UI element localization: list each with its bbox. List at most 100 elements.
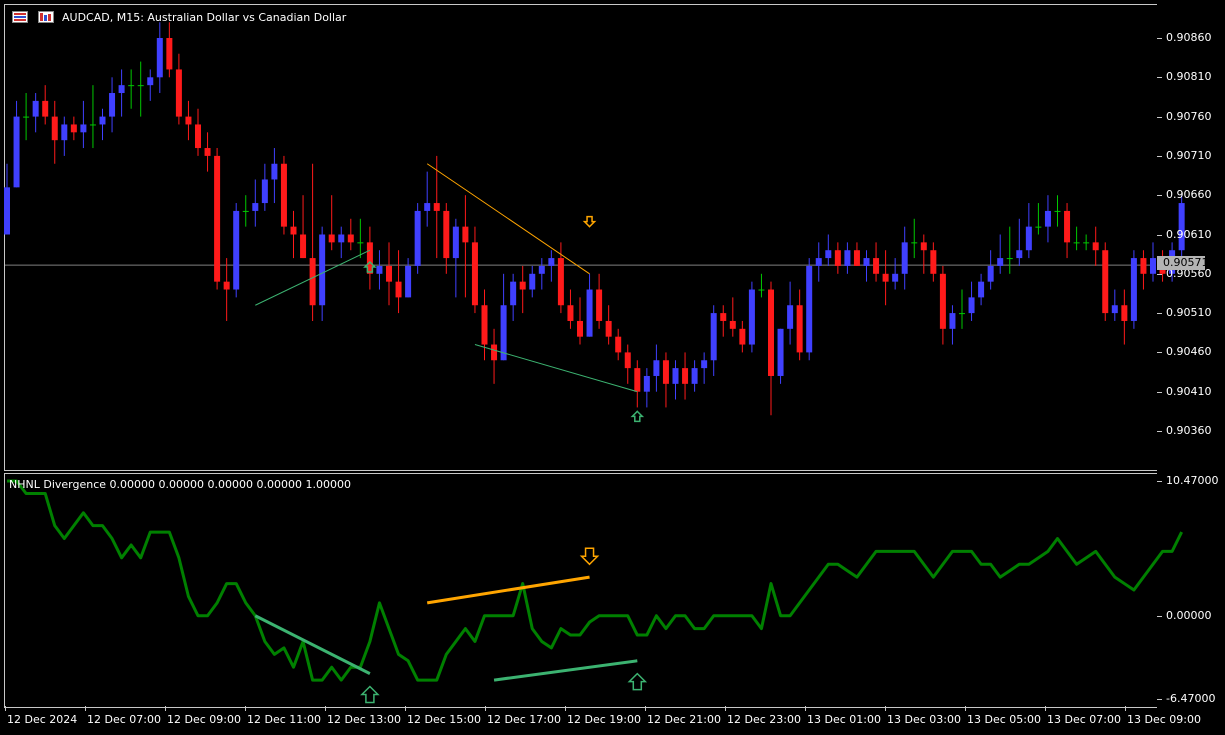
candle-body	[414, 210, 421, 266]
candle-body	[51, 116, 58, 141]
candle-body	[156, 38, 163, 78]
arrow-up-icon	[360, 685, 380, 704]
candle-body	[968, 297, 975, 314]
candle-body	[13, 116, 20, 188]
candle-body	[577, 320, 583, 337]
candle-body	[175, 69, 182, 117]
candle-body	[309, 258, 316, 306]
candle-body	[662, 360, 669, 384]
candle-body	[137, 85, 144, 87]
candle-body	[452, 226, 459, 259]
price-tick	[1157, 195, 1162, 197]
candle-body	[386, 265, 392, 282]
candle-body	[643, 375, 650, 392]
candle-body	[433, 203, 440, 211]
candle-body	[901, 242, 908, 274]
candle-body	[911, 242, 918, 244]
time-label: 12 Dec 17:00	[487, 713, 561, 726]
candle-body	[777, 328, 784, 376]
candle-body	[290, 226, 297, 235]
price-label: 0.90360	[1166, 424, 1212, 437]
candle-body	[471, 242, 478, 306]
time-tick	[645, 706, 646, 711]
time-tick	[965, 706, 966, 711]
arrow-up-icon	[627, 672, 648, 691]
candle-body	[1064, 210, 1071, 243]
price-tick	[1157, 155, 1162, 157]
price-tick	[1157, 313, 1162, 315]
time-label: 13 Dec 05:00	[967, 713, 1041, 726]
candle-body	[939, 273, 946, 329]
indicator-title: NHNL Divergence 0.00000 0.00000 0.00000 …	[9, 478, 351, 491]
candle-body	[1016, 250, 1023, 259]
bullish-divergence-line	[254, 614, 371, 675]
indicator-tick	[1157, 615, 1162, 617]
candle-body	[634, 368, 641, 392]
candle-body	[920, 242, 927, 251]
indicator-tick	[1157, 699, 1162, 700]
time-tick	[5, 706, 6, 711]
candle-body	[701, 360, 708, 369]
bearish-divergence-line	[426, 575, 590, 605]
candle-body	[959, 313, 965, 315]
candle-body	[462, 226, 469, 243]
candle-body	[328, 234, 335, 243]
candle-body	[1044, 210, 1051, 227]
candle-body	[892, 273, 899, 282]
time-tick	[325, 706, 326, 711]
candle-body	[748, 289, 755, 345]
time-tick	[245, 706, 246, 711]
candle-body	[1111, 305, 1118, 314]
candle-body	[300, 234, 307, 259]
indicator-label: 0.00000	[1166, 608, 1212, 622]
price-tick	[1157, 116, 1162, 118]
time-tick	[805, 706, 806, 711]
candle-body	[586, 289, 593, 337]
price-label: 0.90860	[1166, 31, 1212, 44]
price-label: 0.90810	[1166, 70, 1212, 84]
candle-body	[739, 328, 746, 345]
time-label: 13 Dec 01:00	[807, 713, 881, 726]
time-tick	[885, 706, 886, 711]
candle-body	[166, 38, 173, 70]
time-label: 13 Dec 03:00	[887, 713, 961, 726]
indicator-label: 10.47000	[1166, 474, 1219, 487]
candle-body	[873, 258, 880, 274]
price-tick	[1157, 38, 1162, 39]
price-label: 0.90610	[1166, 227, 1212, 241]
candle-body	[987, 265, 994, 282]
candle-body	[1092, 242, 1099, 251]
candle-body	[118, 85, 125, 94]
bullish-divergence-line	[474, 344, 638, 393]
candle-body	[863, 258, 870, 266]
candle-body	[930, 250, 937, 274]
time-label: 12 Dec 09:00	[167, 713, 241, 726]
candle-body	[223, 281, 230, 290]
candle-body	[1035, 226, 1042, 228]
price-label: 0.90510	[1166, 306, 1212, 320]
price-tick	[1157, 234, 1162, 236]
time-tick	[1045, 706, 1046, 711]
candle-body	[1140, 258, 1147, 274]
arrow-up-icon	[630, 410, 645, 423]
candle-body	[376, 265, 383, 274]
candle-body	[89, 124, 96, 126]
candle-body	[1006, 258, 1013, 260]
candle-body	[815, 258, 822, 266]
candle-body	[882, 273, 889, 282]
candle-body	[42, 100, 49, 117]
candle-body	[615, 336, 622, 353]
candle-body	[949, 313, 956, 329]
candle-body	[280, 163, 287, 227]
candle-body	[23, 116, 30, 118]
candle-body	[548, 258, 555, 266]
candle-body	[233, 210, 240, 290]
price-tick	[1157, 431, 1162, 432]
candle-body	[1121, 305, 1128, 321]
candle-body	[510, 281, 517, 306]
candle-body	[825, 250, 832, 259]
candle-body	[624, 352, 631, 369]
arrow-down-icon	[579, 547, 600, 566]
time-tick	[565, 706, 566, 711]
time-tick	[85, 706, 86, 711]
